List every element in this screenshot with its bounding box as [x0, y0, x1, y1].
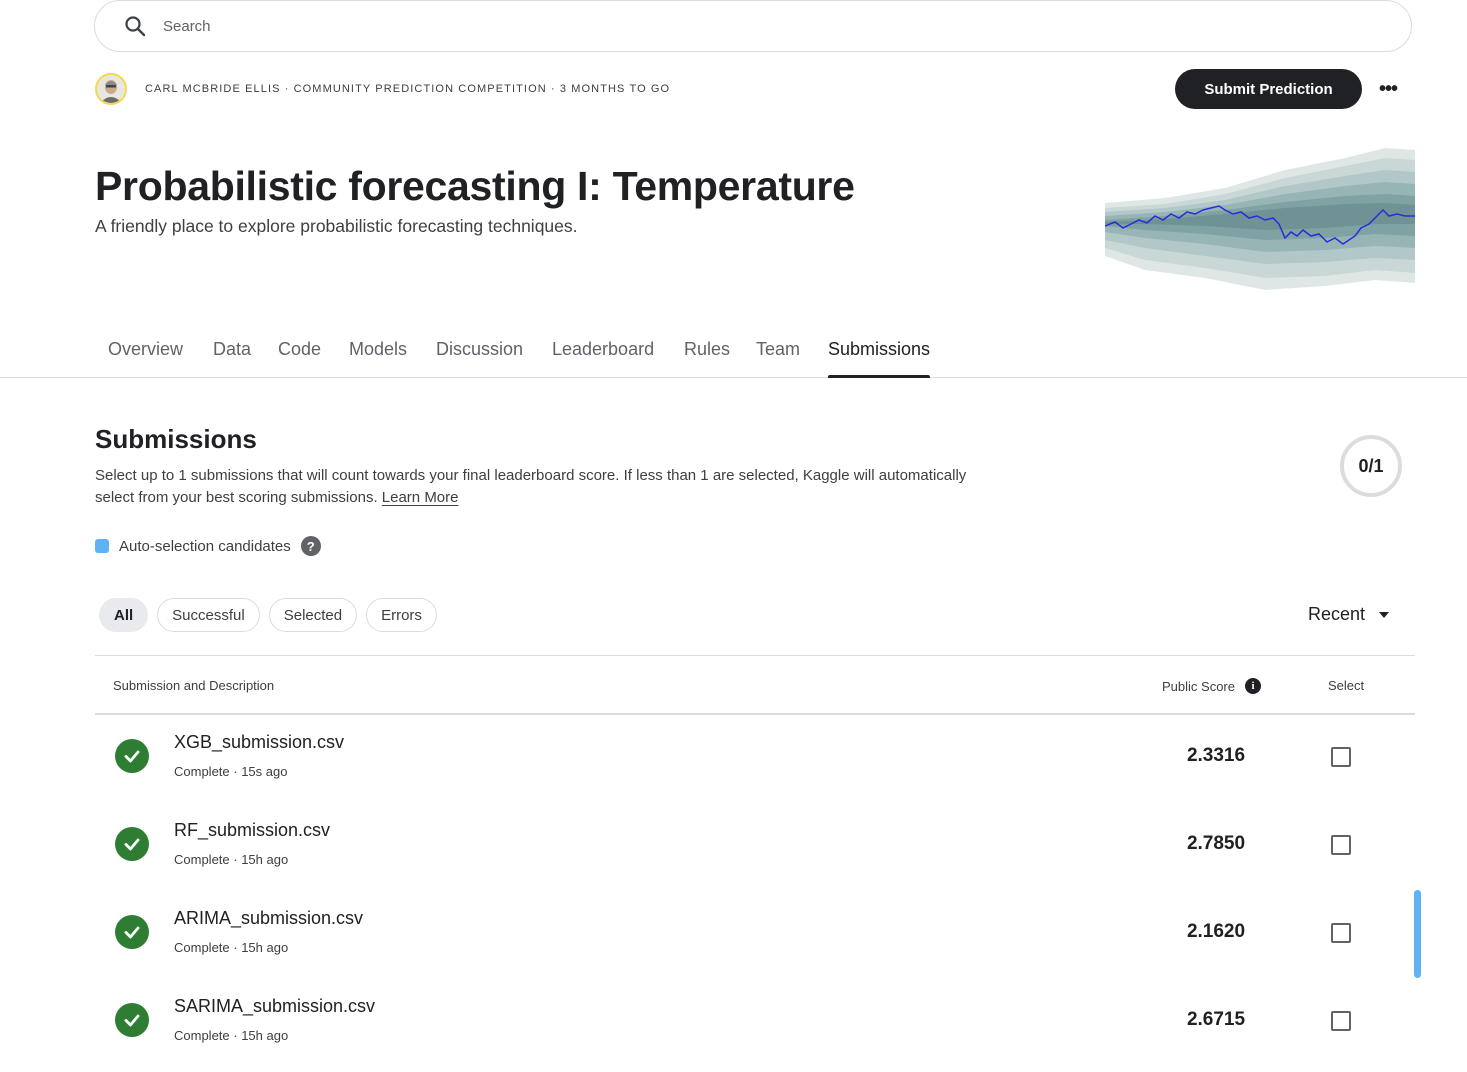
avatar[interactable] — [95, 73, 127, 105]
more-options-icon[interactable]: ••• — [1372, 74, 1404, 104]
table-header: Submission and Description Public Score … — [95, 655, 1415, 715]
submission-name[interactable]: SARIMA_submission.csv — [174, 996, 375, 1017]
auto-selection-legend: Auto-selection candidates ? — [95, 536, 321, 556]
tab-team[interactable]: Team — [756, 339, 800, 360]
auto-selection-label: Auto-selection candidates — [119, 537, 291, 555]
filter-chips: All Successful Selected Errors — [99, 598, 446, 632]
auto-selection-indicator — [1414, 890, 1421, 978]
public-score: 2.1620 — [1186, 921, 1246, 942]
page-subtitle: A friendly place to explore probabilisti… — [95, 216, 578, 236]
check-circle-icon — [115, 915, 149, 949]
competition-meta-text: CARL MCBRIDE ELLIS · COMMUNITY PREDICTIO… — [145, 83, 671, 95]
tab-overview[interactable]: Overview — [108, 339, 183, 360]
info-icon[interactable]: i — [1244, 678, 1261, 694]
help-icon[interactable]: ? — [300, 536, 321, 556]
submission-status: Complete · 15h ago — [174, 852, 289, 867]
tab-submissions[interactable]: Submissions — [828, 339, 931, 378]
filter-all[interactable]: All — [99, 598, 149, 632]
section-description: Select up to 1 submissions that will cou… — [95, 465, 975, 509]
selection-counter: 0/1 — [1340, 435, 1402, 497]
public-score: 2.3316 — [1186, 745, 1246, 766]
check-circle-icon — [115, 739, 149, 773]
sort-label: Recent — [1308, 604, 1366, 624]
search-icon — [125, 16, 146, 37]
tab-leaderboard[interactable]: Leaderboard — [552, 339, 654, 360]
submit-prediction-button[interactable]: Submit Prediction — [1175, 69, 1362, 109]
submission-status: Complete · 15s ago — [174, 764, 288, 779]
competition-banner-image — [1105, 148, 1415, 290]
sort-dropdown[interactable]: Recent — [1308, 604, 1390, 625]
search-input[interactable] — [161, 16, 1065, 36]
tab-data[interactable]: Data — [213, 339, 251, 360]
submission-name[interactable]: ARIMA_submission.csv — [174, 908, 363, 929]
public-score: 2.7850 — [1186, 833, 1246, 854]
submission-name[interactable]: RF_submission.csv — [174, 820, 330, 841]
check-circle-icon — [115, 827, 149, 861]
table-row: SARIMA_submission.csv Complete · 15h ago… — [95, 978, 1415, 1066]
select-checkbox[interactable] — [1331, 747, 1351, 767]
filter-errors[interactable]: Errors — [366, 598, 437, 632]
submission-name[interactable]: XGB_submission.csv — [174, 732, 344, 753]
tab-discussion[interactable]: Discussion — [436, 339, 523, 360]
description-text: Select up to 1 submissions that will cou… — [95, 467, 967, 506]
column-header-score: Public Score i — [1162, 678, 1261, 694]
check-circle-icon — [115, 1003, 149, 1037]
search-bar[interactable] — [94, 0, 1412, 52]
tab-models[interactable]: Models — [349, 339, 407, 360]
tab-rules[interactable]: Rules — [684, 339, 730, 360]
tab-code[interactable]: Code — [278, 339, 321, 360]
column-header-score-label: Public Score — [1162, 678, 1235, 694]
column-header-submission: Submission and Description — [113, 678, 275, 693]
filter-selected[interactable]: Selected — [268, 598, 358, 632]
table-row: RF_submission.csv Complete · 15h ago 2.7… — [95, 802, 1415, 890]
table-row: XGB_submission.csv Complete · 15s ago 2.… — [95, 714, 1415, 802]
page-title: Probabilistic forecasting I: Temperature — [95, 163, 855, 209]
filter-successful[interactable]: Successful — [157, 598, 260, 632]
avatar-image — [97, 75, 125, 103]
select-checkbox[interactable] — [1331, 835, 1351, 855]
learn-more-link[interactable]: Learn More — [382, 489, 459, 506]
column-header-select: Select — [1328, 678, 1365, 693]
caret-down-icon — [1379, 611, 1390, 618]
competition-tabs: Overview Data Code Models Discussion Lea… — [0, 330, 1467, 378]
table-row: ARIMA_submission.csv Complete · 15h ago … — [95, 890, 1415, 978]
auto-selection-swatch — [95, 539, 109, 553]
select-checkbox[interactable] — [1331, 923, 1351, 943]
section-title: Submissions — [95, 424, 257, 454]
submission-status: Complete · 15h ago — [174, 1028, 289, 1043]
select-checkbox[interactable] — [1331, 1011, 1351, 1031]
public-score: 2.6715 — [1186, 1009, 1246, 1030]
competition-meta: CARL MCBRIDE ELLIS · COMMUNITY PREDICTIO… — [95, 71, 670, 107]
submission-status: Complete · 15h ago — [174, 940, 289, 955]
